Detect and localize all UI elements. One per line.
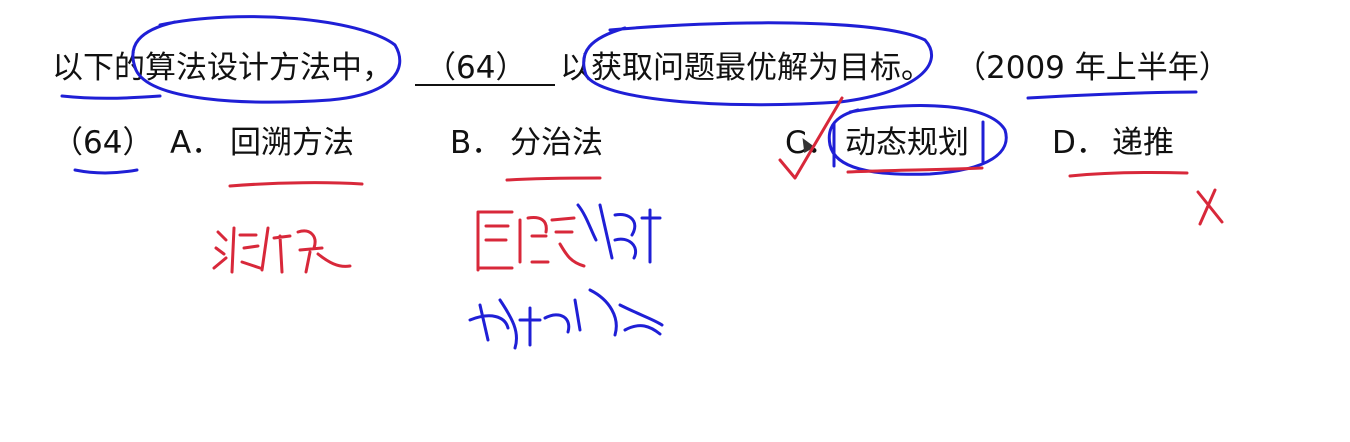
option-b-text: 分治法 <box>510 125 603 161</box>
question-suffix: 以获取问题最优解为目标。 <box>560 50 932 86</box>
option-c-text: 动态规划 <box>845 125 969 161</box>
underline-option-a <box>228 181 364 188</box>
note-depth-first <box>212 226 352 274</box>
option-b-letter: B． <box>450 125 503 161</box>
note-store-solution <box>468 288 664 350</box>
underline-option-c <box>846 166 984 174</box>
underline-option-d <box>1068 170 1189 178</box>
question-prefix: 以下的算法设计方法中， <box>52 50 393 86</box>
question-year: （2009 年上半年） <box>955 50 1230 86</box>
underline-option-b <box>505 176 602 182</box>
underline-year <box>1026 90 1198 100</box>
option-a-letter: A． <box>170 125 223 161</box>
blank-number: （64） <box>425 50 527 86</box>
cross-mark-icon <box>1196 188 1224 226</box>
option-d-letter: D． <box>1052 125 1107 161</box>
note-subproblem-solution <box>576 203 662 264</box>
underline-question-start <box>60 94 162 100</box>
note-original-problem <box>476 210 586 272</box>
answer-blank-underline <box>415 84 555 86</box>
option-a-text: 回溯方法 <box>230 125 354 161</box>
options-number: （64） <box>52 125 154 161</box>
underline-options-number <box>73 168 139 175</box>
option-d-text: 递推 <box>1112 125 1174 161</box>
